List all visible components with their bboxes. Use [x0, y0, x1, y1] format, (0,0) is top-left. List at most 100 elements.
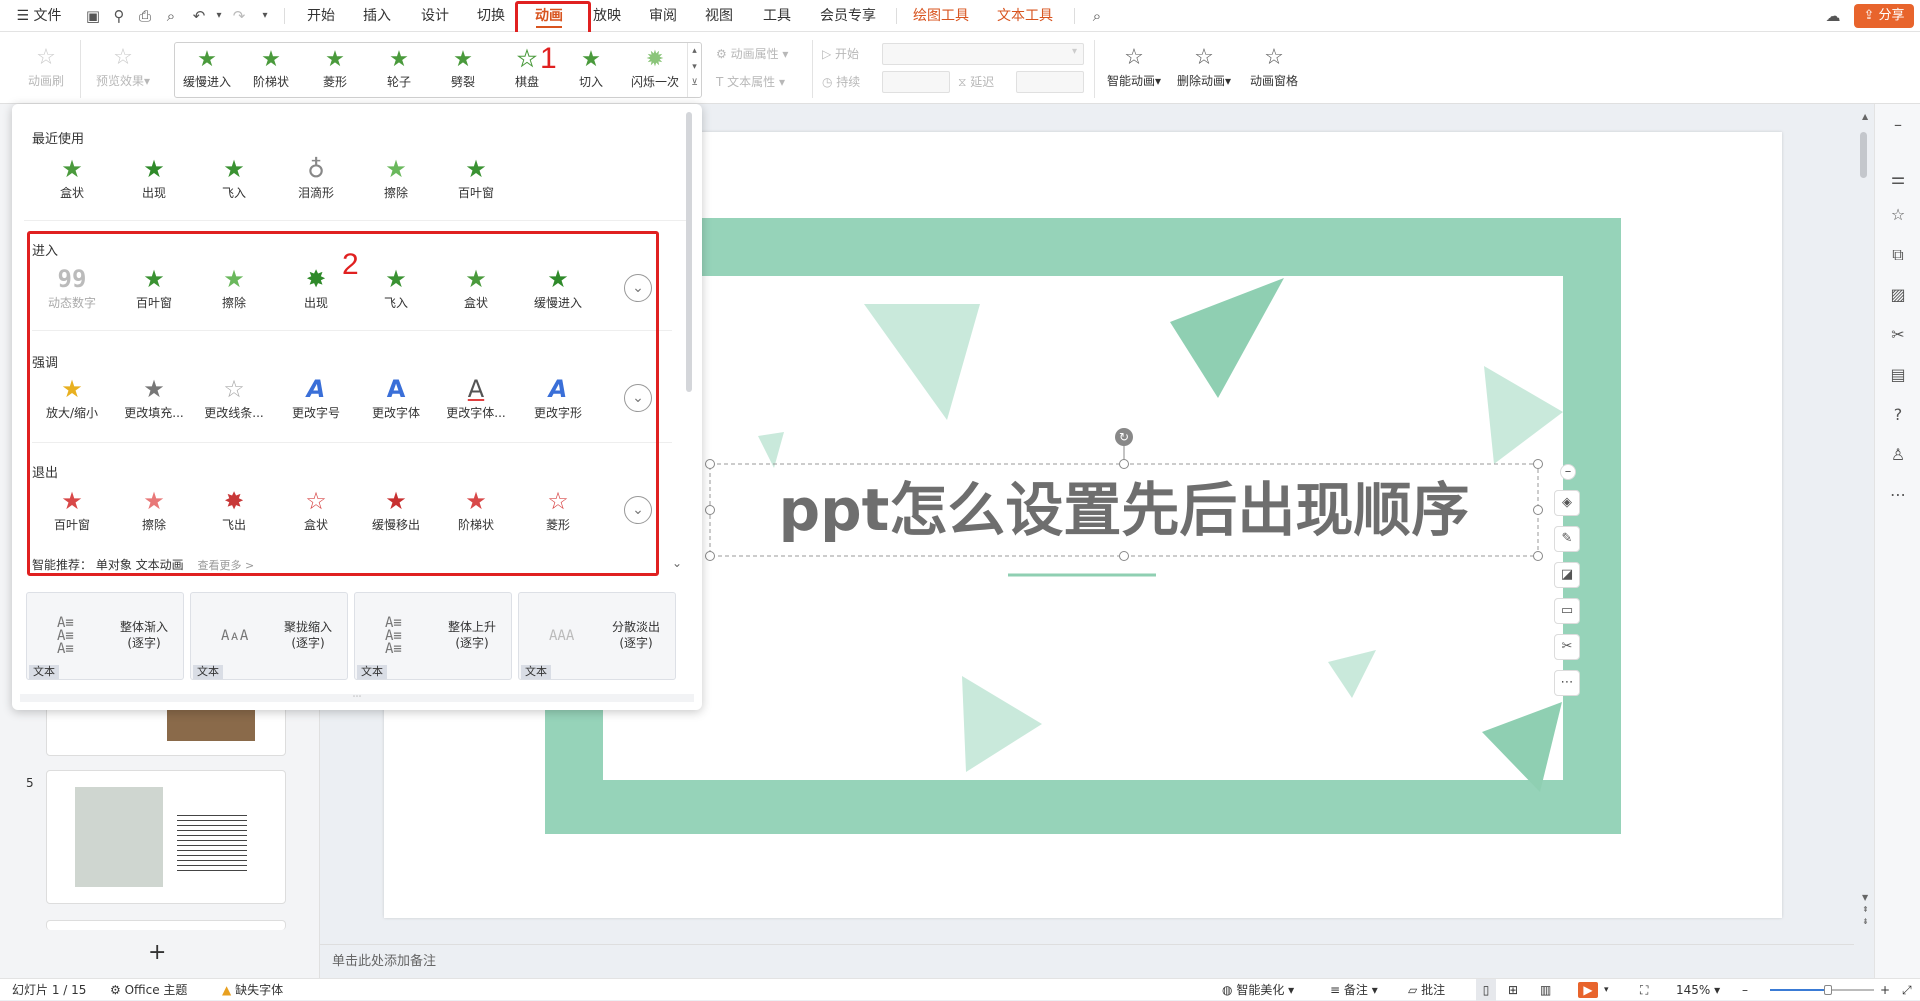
duration-input[interactable]: [882, 71, 950, 93]
tab-home[interactable]: 开始: [298, 0, 344, 32]
more-icon[interactable]: ⋯: [1554, 670, 1580, 696]
gallery-item-split[interactable]: ★ 劈裂: [433, 47, 493, 99]
collapse-toolbar-icon[interactable]: –: [1560, 464, 1576, 480]
pen-icon[interactable]: ✎: [1554, 526, 1580, 552]
tab-animation[interactable]: 动画: [522, 0, 576, 32]
gallery-item-staircase[interactable]: ★ 阶梯状: [241, 47, 301, 99]
expand-exit-button[interactable]: ⌄: [624, 496, 652, 524]
fit-window-icon[interactable]: ⛶: [1640, 979, 1648, 1001]
save-icon[interactable]: ▣: [84, 8, 102, 24]
animation-pane-button[interactable]: ☆ 动画窗格: [1242, 44, 1306, 96]
slide-thumbnail-6[interactable]: [46, 920, 286, 930]
resize-handle[interactable]: [1533, 505, 1543, 515]
undo-icon[interactable]: ↶: [190, 8, 208, 24]
animation-brush-button[interactable]: ☆ 动画刷: [18, 44, 74, 96]
zoom-in-icon[interactable]: +: [1880, 979, 1890, 1001]
zoom-out-icon[interactable]: –: [1742, 979, 1748, 1001]
tab-review[interactable]: 审阅: [640, 0, 686, 32]
emphasis-effect-font-style[interactable]: A 更改字形: [522, 374, 594, 426]
resize-handle[interactable]: [1119, 459, 1129, 469]
see-more-link[interactable]: 查看更多 >: [198, 559, 255, 572]
gallery-item-flash-once[interactable]: ✹ 闪烁一次: [625, 47, 685, 99]
emphasis-effect-line-color[interactable]: ☆ 更改线条...: [198, 374, 270, 426]
recent-effect-appear[interactable]: ★ 出现: [118, 154, 190, 206]
tab-text-tools[interactable]: 文本工具: [990, 0, 1060, 32]
zoom-slider-thumb[interactable]: [1824, 985, 1832, 995]
fullscreen-icon[interactable]: ⤢: [1902, 979, 1912, 1001]
tab-insert[interactable]: 插入: [354, 0, 400, 32]
expand-enter-button[interactable]: ⌄: [624, 274, 652, 302]
recommend-card-fade-out[interactable]: AAA 分散淡出 (逐字) 文本: [518, 592, 676, 680]
collapse-icon[interactable]: –: [1887, 114, 1909, 136]
file-menu[interactable]: ☰ 文件: [14, 0, 64, 32]
slide-title[interactable]: ppt怎么设置先后出现顺序: [710, 464, 1538, 556]
start-select[interactable]: ▾: [882, 43, 1084, 65]
cloud-icon[interactable]: ☁: [1824, 8, 1842, 24]
zoom-slider[interactable]: [1770, 985, 1874, 995]
resize-grip-icon[interactable]: ⋯: [20, 693, 694, 702]
search-icon[interactable]: ⌕: [1088, 8, 1106, 24]
shapes-icon[interactable]: ⧉: [1887, 244, 1909, 266]
chevron-down-icon[interactable]: ⌄: [672, 556, 682, 570]
smart-animation-button[interactable]: ☆ 智能动画▾: [1102, 44, 1166, 96]
exit-effect-diamond[interactable]: ☆ 菱形: [522, 486, 594, 538]
enter-effect-fly-in[interactable]: ★ 飞入: [360, 264, 432, 316]
tab-slideshow[interactable]: 放映: [584, 0, 630, 32]
recent-effect-box[interactable]: ★ 盒状: [36, 154, 108, 206]
resize-handle[interactable]: [1119, 551, 1129, 561]
expand-emphasis-button[interactable]: ⌄: [624, 384, 652, 412]
enter-effect-dynamic-number[interactable]: 99 动态数字: [36, 264, 108, 316]
smart-beautify-button[interactable]: ◍ 智能美化 ▾: [1222, 979, 1294, 1001]
share-link-icon[interactable]: ⚲: [110, 8, 128, 24]
layers-icon[interactable]: ◈: [1554, 490, 1580, 516]
adjust-icon[interactable]: ⚌: [1887, 168, 1909, 190]
gallery-item-wheel[interactable]: ★ 轮子: [369, 47, 429, 99]
shirt-icon[interactable]: ♙: [1887, 444, 1909, 466]
tab-design[interactable]: 设计: [412, 0, 458, 32]
exit-effect-blinds[interactable]: ★ 百叶窗: [36, 486, 108, 538]
recent-effect-teardrop[interactable]: ♁ 泪滴形: [280, 154, 352, 206]
gallery-item-cut-in[interactable]: ★ 切入: [561, 47, 621, 99]
emphasis-effect-font[interactable]: A 更改字体: [360, 374, 432, 426]
book-icon[interactable]: ▤: [1887, 364, 1909, 386]
resize-handle[interactable]: [1533, 551, 1543, 561]
enter-effect-wipe[interactable]: ★ 擦除: [198, 264, 270, 316]
recommend-card-gather[interactable]: AᴀA 聚拢缩入 (逐字) 文本: [190, 592, 348, 680]
quick-access-dropdown-icon[interactable]: ▾: [256, 8, 274, 24]
tools-icon[interactable]: ✂: [1887, 324, 1909, 346]
theme-indicator[interactable]: ⚙ Office 主题: [110, 979, 187, 1001]
scroll-up-icon[interactable]: ▲: [1862, 112, 1868, 121]
recent-effect-wipe[interactable]: ★ 擦除: [360, 154, 432, 206]
exit-effect-wipe[interactable]: ★ 擦除: [118, 486, 190, 538]
enter-effect-box[interactable]: ★ 盒状: [440, 264, 512, 316]
tab-view[interactable]: 视图: [696, 0, 742, 32]
exit-effect-staircase[interactable]: ★ 阶梯状: [440, 486, 512, 538]
reading-view-icon[interactable]: ▥: [1540, 979, 1551, 1001]
emphasis-effect-font-color[interactable]: A 更改字体...: [440, 374, 512, 426]
text-properties-button[interactable]: T 文本属性 ▾: [716, 72, 785, 92]
exit-effect-box[interactable]: ☆ 盒状: [280, 486, 352, 538]
emphasis-effect-fill-color[interactable]: ★ 更改填充...: [118, 374, 190, 426]
tab-drawing-tools[interactable]: 绘图工具: [906, 0, 976, 32]
missing-font-indicator[interactable]: ▲ 缺失字体: [222, 979, 283, 1001]
resize-handle[interactable]: [705, 459, 715, 469]
tab-member[interactable]: 会员专享: [812, 0, 884, 32]
gallery-more-icon[interactable]: ⊻: [688, 75, 701, 91]
undo-dropdown-icon[interactable]: ▾: [210, 8, 228, 24]
zoom-level[interactable]: 145% ▾: [1676, 979, 1720, 1001]
single-object-text-anim[interactable]: 单对象 文本动画: [96, 558, 184, 572]
help-icon[interactable]: ?: [1887, 404, 1909, 426]
gallery-item-slow-enter[interactable]: ★ 缓慢进入: [177, 47, 237, 99]
recent-effect-blinds[interactable]: ★ 百叶窗: [440, 154, 512, 206]
more-icon[interactable]: ⋯: [1887, 484, 1909, 506]
delay-input[interactable]: [1016, 71, 1084, 93]
image-icon[interactable]: ▨: [1887, 284, 1909, 306]
play-dropdown-icon[interactable]: ▾: [1604, 979, 1609, 1001]
tools-icon[interactable]: ✂: [1554, 634, 1580, 660]
notes-button[interactable]: ≡ 备注 ▾: [1330, 979, 1378, 1001]
add-slide-icon[interactable]: +: [148, 940, 166, 965]
print-icon[interactable]: ⎙: [136, 8, 154, 24]
emphasis-effect-grow-shrink[interactable]: ★ 放大/缩小: [36, 374, 108, 426]
enter-effect-blinds[interactable]: ★ 百叶窗: [118, 264, 190, 316]
normal-view-icon[interactable]: ▯: [1476, 979, 1496, 1001]
